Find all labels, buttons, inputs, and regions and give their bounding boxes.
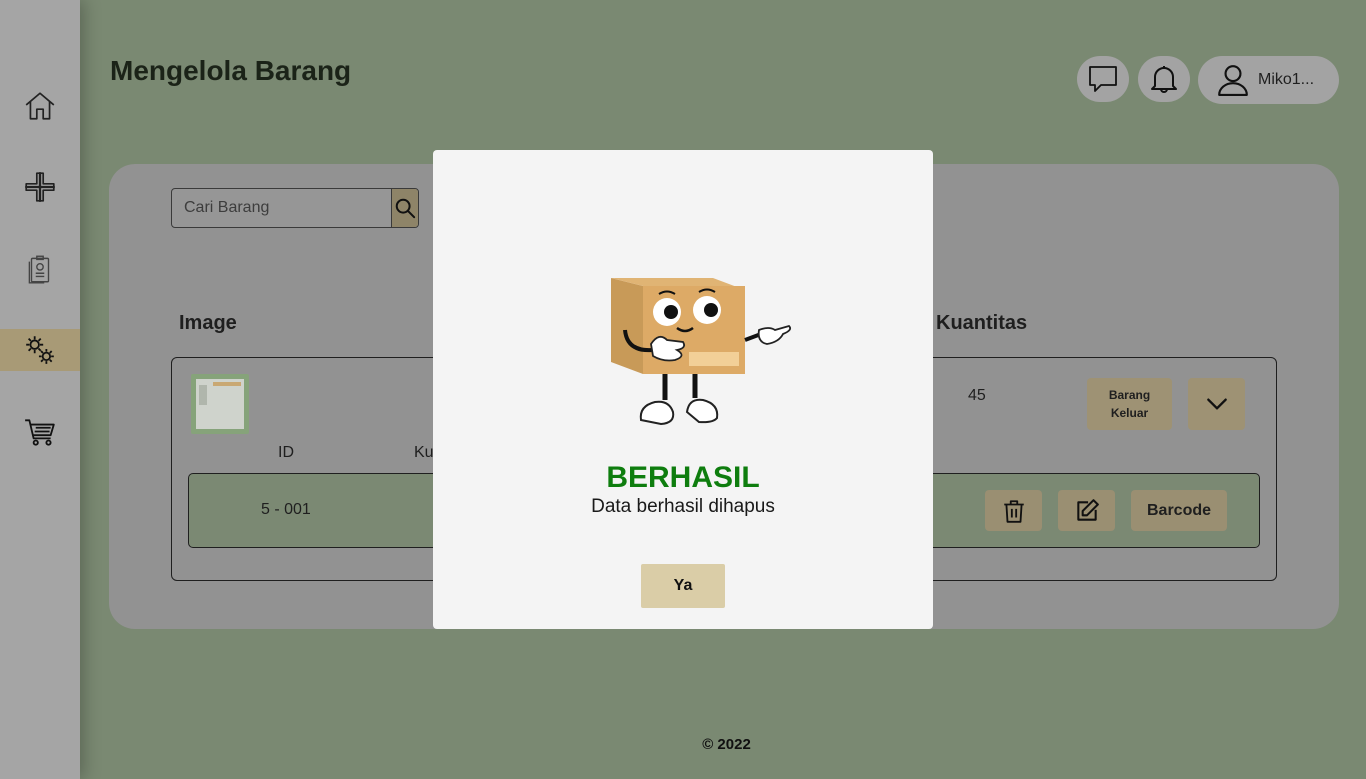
user-icon [1218,65,1248,96]
plus-icon [25,172,55,202]
footer: © 2022 [0,736,1366,753]
page-title: Mengelola Barang [110,55,352,86]
sidebar-item-manage[interactable] [0,329,80,371]
item-thumbnail[interactable] [191,374,249,434]
confirm-button[interactable]: Ya [641,564,725,608]
box-mascot-icon [611,278,792,426]
item-quantity: 45 [968,387,986,404]
messages-button[interactable] [1077,56,1129,102]
search-icon [395,198,416,219]
search-bar [171,188,419,228]
cart-icon [25,419,55,446]
user-profile-button[interactable]: Miko1... [1198,56,1339,104]
report-icon [28,255,50,284]
notifications-button[interactable] [1138,56,1190,102]
column-header-image: Image [179,312,237,334]
home-icon [25,92,55,120]
sub-header-second: Ku [414,444,434,461]
chat-icon [1089,66,1117,92]
copyright-text: © 2022 [702,736,751,753]
gears-icon [26,336,54,364]
success-modal: BERHASIL Data berhasil dihapus Ya [433,150,933,629]
sidebar-item-report[interactable] [0,248,80,290]
search-button[interactable] [391,189,418,227]
chevron-down-icon [1206,398,1227,410]
modal-title: BERHASIL [606,461,760,494]
expand-button[interactable] [1188,378,1245,430]
bell-icon [1151,66,1177,93]
sidebar-item-home[interactable] [0,85,80,127]
barang-keluar-button[interactable]: Barang Keluar [1087,378,1172,430]
sidebar [0,0,80,779]
trash-icon [1003,499,1024,523]
sidebar-item-add[interactable] [0,166,80,208]
detail-id: 5 - 001 [261,501,311,518]
edit-icon [1076,498,1099,521]
barcode-button[interactable]: Barcode [1131,490,1227,531]
sub-header-id: ID [278,444,294,461]
delete-button[interactable] [985,490,1042,531]
modal-message: Data berhasil dihapus [591,496,775,517]
search-input[interactable] [172,189,391,227]
user-name: Miko1... [1258,71,1315,88]
edit-button[interactable] [1058,490,1115,531]
column-header-quantity: Kuantitas [936,312,1028,334]
sidebar-item-cart[interactable] [0,411,80,453]
